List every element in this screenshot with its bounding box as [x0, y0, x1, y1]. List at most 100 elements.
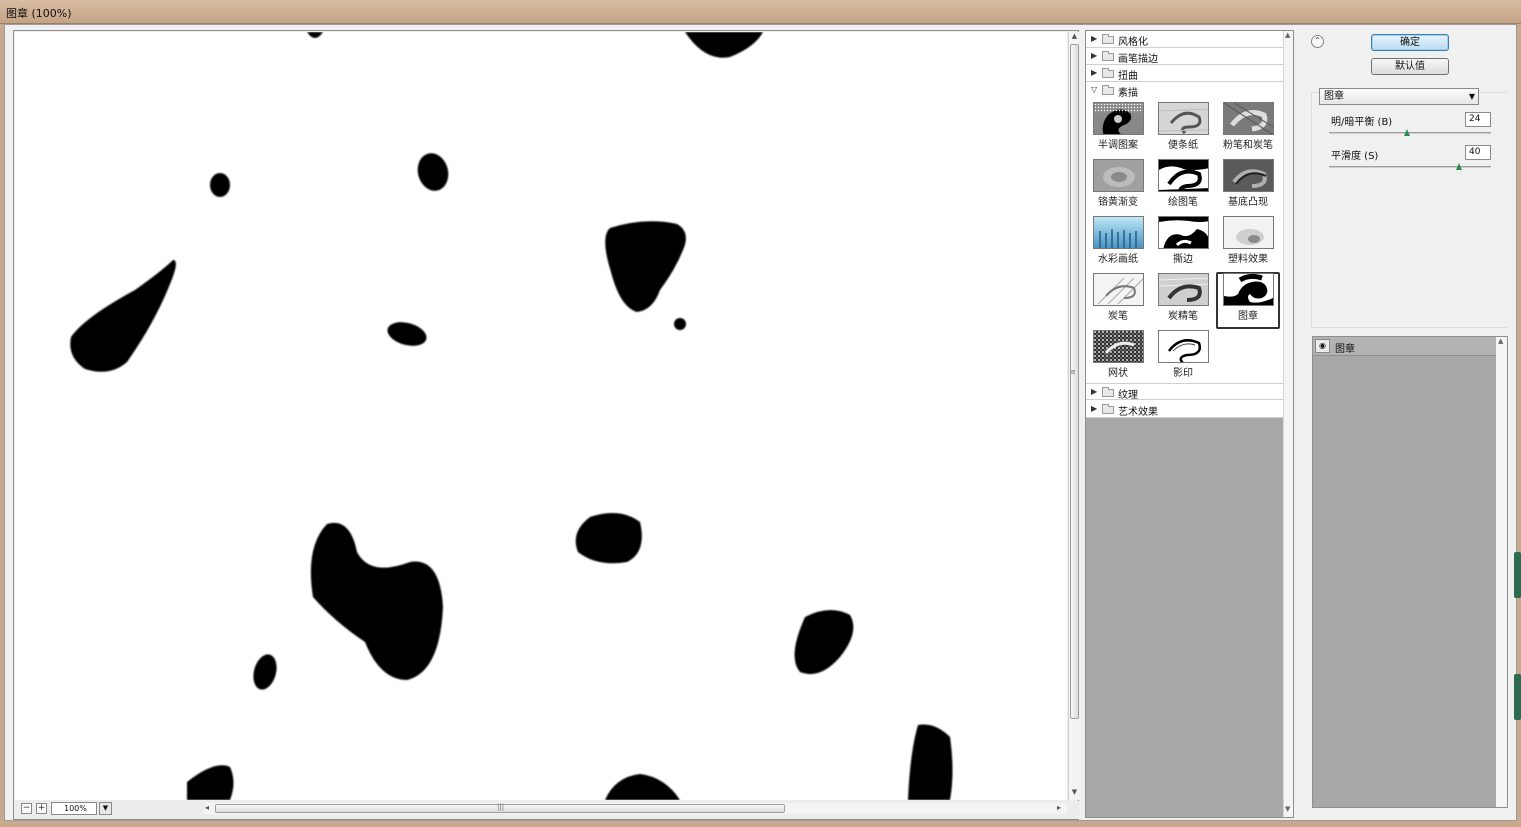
filter-thumbnail [1093, 330, 1144, 363]
category-label: 素描 [1118, 88, 1138, 99]
scroll-down-icon[interactable]: ▼ [1285, 805, 1290, 813]
folder-icon [1102, 387, 1114, 397]
filter-select-value: 图章 [1324, 91, 1344, 102]
category-distort[interactable]: ▶ 扭曲 [1086, 65, 1283, 82]
effect-layer-name: 图章 [1335, 344, 1355, 355]
category-brush-strokes[interactable]: ▶ 画笔描边 [1086, 48, 1283, 65]
collapse-arrow-icon[interactable]: ▽ [1091, 85, 1097, 94]
filter-stamp[interactable]: 图章 [1216, 272, 1280, 329]
plus-icon: + [37, 803, 46, 813]
filter-thumbnail [1093, 273, 1144, 306]
filter-note-paper[interactable]: 便条纸 [1151, 101, 1215, 158]
slider-track [1329, 166, 1491, 168]
window-title: 图章 (100%) [6, 7, 72, 20]
expand-arrow-icon[interactable]: ▶ [1091, 34, 1097, 43]
filter-label: 水彩画纸 [1098, 254, 1138, 265]
category-texture[interactable]: ▶ 纹理 [1086, 383, 1283, 401]
filter-chalk-charcoal[interactable]: 粉笔和炭笔 [1216, 101, 1280, 158]
filter-bas-relief[interactable]: 基底凸现 [1216, 158, 1280, 215]
category-label: 扭曲 [1118, 71, 1138, 82]
scroll-down-icon[interactable]: ▼ [1070, 788, 1079, 797]
gallery-scrollbar[interactable]: ▲ ▼ [1283, 31, 1293, 817]
filter-photocopy[interactable]: 影印 [1151, 329, 1215, 386]
filter-chrome[interactable]: 铬黄渐变 [1086, 158, 1150, 215]
filter-halftone-pattern[interactable]: 半调图案 [1086, 101, 1150, 158]
ok-button[interactable]: 确定 [1371, 34, 1449, 51]
scroll-left-icon[interactable]: ◂ [205, 803, 209, 812]
slider-knob[interactable] [1403, 129, 1410, 136]
category-label: 纹理 [1118, 390, 1138, 401]
filter-select[interactable]: 图章 ▼ [1319, 88, 1479, 105]
category-label: 艺术效果 [1118, 407, 1158, 418]
side-dock-handle[interactable] [1514, 674, 1521, 720]
smoothness-slider[interactable] [1329, 163, 1491, 171]
scroll-up-icon[interactable]: ▲ [1498, 337, 1503, 345]
folder-icon [1102, 404, 1114, 414]
scroll-right-icon[interactable]: ▸ [1057, 803, 1061, 812]
filter-thumbnail [1158, 273, 1209, 306]
default-button[interactable]: 默认值 [1371, 58, 1449, 75]
filter-thumbnail [1093, 159, 1144, 192]
filter-charcoal[interactable]: 炭笔 [1086, 272, 1150, 329]
light-dark-balance-slider[interactable] [1329, 129, 1491, 137]
zoom-level-field[interactable]: 100% [51, 802, 97, 815]
chevron-down-icon: ▼ [102, 804, 109, 812]
filter-thumbnail [1158, 216, 1209, 249]
sketch-filter-thumbnails: 半调图案 便条纸 粉笔和炭笔 铬黄渐变 绘图笔 基底凸现 水彩画纸 撕边 塑料效… [1086, 101, 1283, 397]
filter-plaster[interactable]: 塑料效果 [1216, 215, 1280, 272]
eye-icon[interactable]: ◉ [1315, 339, 1330, 353]
vertical-scroll-thumb[interactable] [1070, 44, 1079, 719]
double-chevron-up-icon: ⌃ [1314, 36, 1321, 45]
preview-horizontal-scrollbar[interactable]: ◂ ||| ▸ [205, 803, 1067, 814]
filter-label: 粉笔和炭笔 [1223, 140, 1273, 151]
scroll-up-icon[interactable]: ▲ [1070, 32, 1079, 41]
zoom-in-button[interactable]: + [36, 803, 47, 814]
filter-reticulation[interactable]: 网状 [1086, 329, 1150, 386]
filter-water-paper[interactable]: 水彩画纸 [1086, 215, 1150, 272]
filter-label: 绘图笔 [1168, 197, 1198, 208]
filter-label: 图章 [1238, 311, 1258, 322]
category-label: 画笔描边 [1118, 54, 1158, 65]
light-dark-balance-input[interactable]: 24 [1465, 112, 1491, 127]
filter-label: 塑料效果 [1228, 254, 1268, 265]
expand-arrow-icon[interactable]: ▶ [1091, 387, 1097, 396]
filter-gallery-panel: ▶ 风格化 ▶ 画笔描边 ▶ 扭曲 ▽ 素描 半调图案 便条纸 粉笔和炭笔 铬黄… [1085, 30, 1294, 818]
layers-scrollbar[interactable]: ▲ [1496, 337, 1507, 807]
expand-arrow-icon[interactable]: ▶ [1091, 404, 1097, 413]
folder-icon [1102, 68, 1114, 78]
expand-arrow-icon[interactable]: ▶ [1091, 51, 1097, 60]
smoothness-input[interactable]: 40 [1465, 145, 1491, 160]
chevron-down-icon: ▼ [1468, 92, 1475, 101]
preview-bottom-bar: − + 100% ▼ ◂ ||| ▸ [15, 801, 1079, 819]
filter-thumbnail [1223, 216, 1274, 249]
effect-layer-row[interactable]: ◉ 图章 [1313, 337, 1496, 356]
settings-panel: ⌃ 确定 默认值 图章 ▼ 明/暗平衡 (B) 24 平滑度 (S) 40 ◉ … [1301, 30, 1513, 820]
filter-label: 基底凸现 [1228, 197, 1268, 208]
slider-knob[interactable] [1455, 163, 1462, 170]
filter-category-list: ▶ 风格化 ▶ 画笔描边 ▶ 扭曲 ▽ 素描 半调图案 便条纸 粉笔和炭笔 铬黄… [1086, 31, 1283, 418]
filter-conte-crayon[interactable]: 炭精笔 [1151, 272, 1215, 329]
category-artistic[interactable]: ▶ 艺术效果 [1086, 401, 1283, 418]
folder-icon [1102, 34, 1114, 44]
filter-torn-edges[interactable]: 撕边 [1151, 215, 1215, 272]
expand-arrow-icon[interactable]: ▶ [1091, 68, 1097, 77]
zoom-out-button[interactable]: − [21, 803, 32, 814]
light-dark-balance-label: 明/暗平衡 (B) [1331, 117, 1393, 128]
minus-icon: − [22, 803, 31, 813]
title-bar: 图章 (100%) [0, 0, 1521, 24]
filter-label: 撕边 [1173, 254, 1193, 265]
filter-thumbnail [1223, 159, 1274, 192]
category-sketch[interactable]: ▽ 素描 [1086, 82, 1283, 99]
filter-thumbnail [1223, 102, 1274, 135]
filter-graphic-pen[interactable]: 绘图笔 [1151, 158, 1215, 215]
preview-canvas[interactable] [15, 32, 1067, 800]
side-dock-handle[interactable] [1514, 552, 1521, 598]
filter-label: 炭笔 [1108, 311, 1128, 322]
scroll-up-icon[interactable]: ▲ [1285, 31, 1290, 39]
category-stylize[interactable]: ▶ 风格化 [1086, 31, 1283, 48]
filter-thumbnail [1093, 216, 1144, 249]
preview-vertical-scrollbar[interactable]: ▲ ≡ ▼ [1068, 32, 1079, 800]
zoom-dropdown-button[interactable]: ▼ [99, 802, 112, 815]
collapse-gallery-button[interactable]: ⌃ [1311, 35, 1324, 48]
grip-icon: ||| [497, 803, 505, 811]
